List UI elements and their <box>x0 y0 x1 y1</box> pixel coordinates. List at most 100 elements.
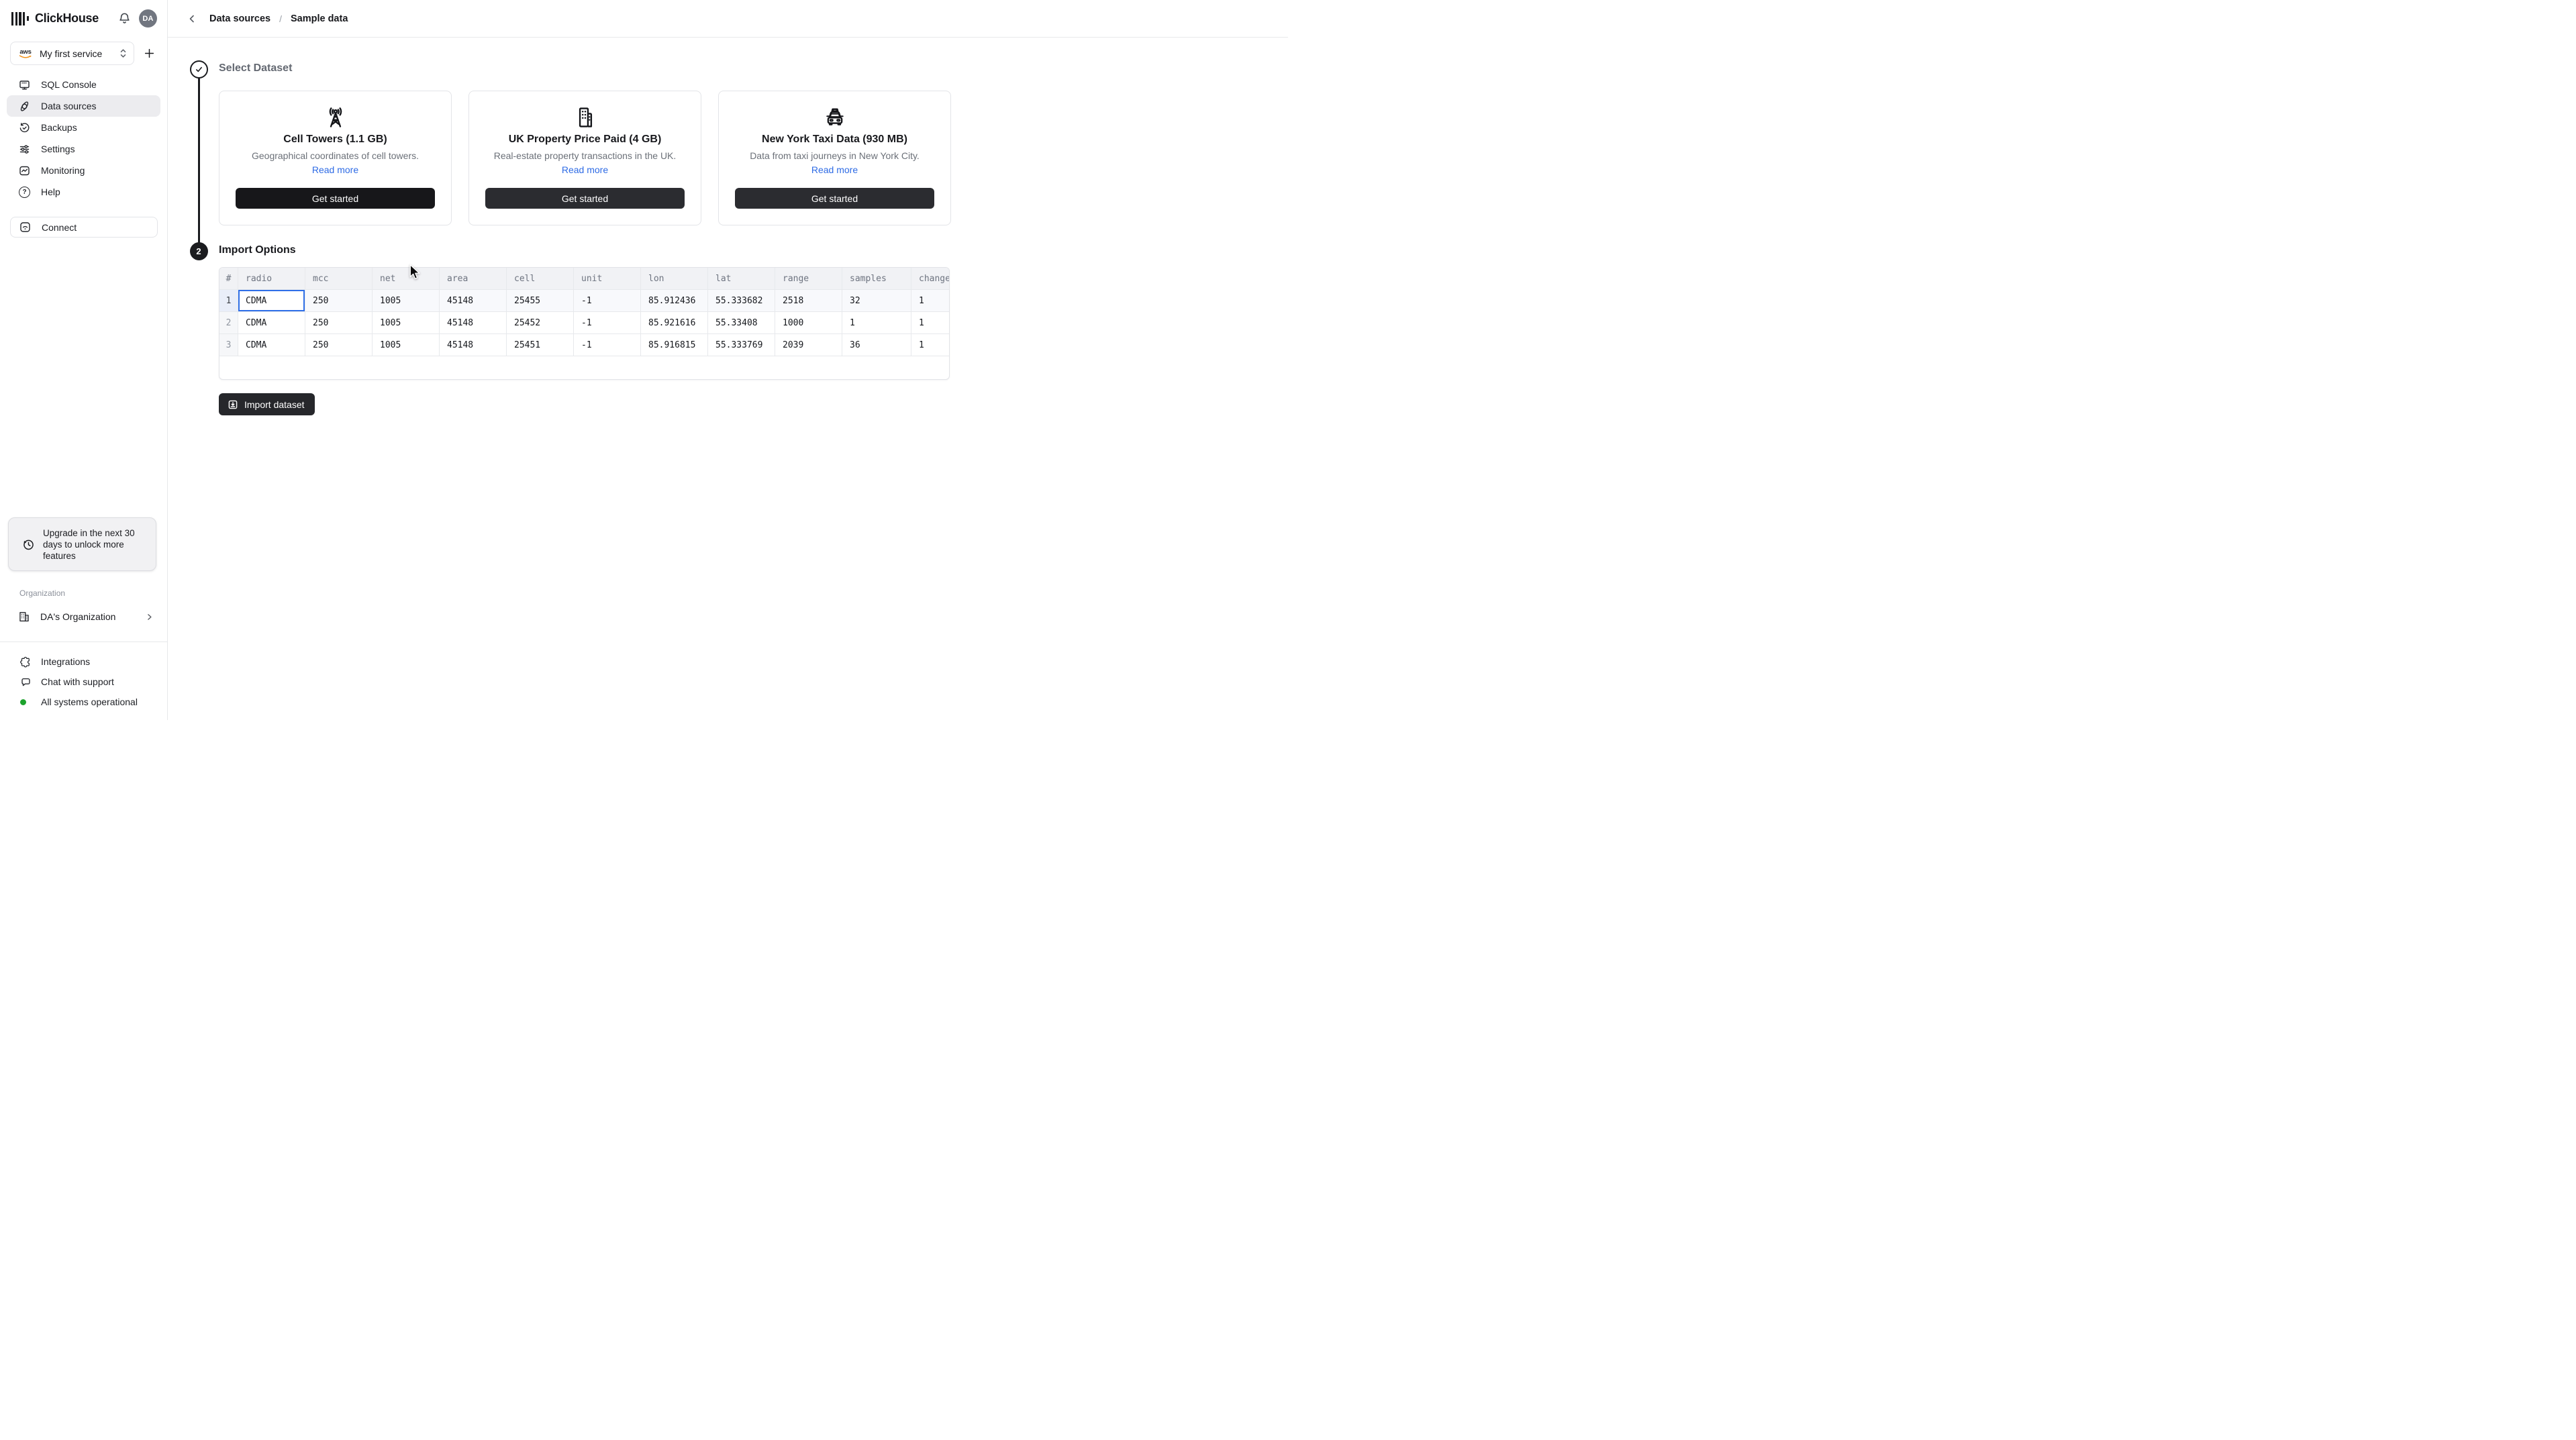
system-status[interactable]: All systems operational <box>0 692 167 712</box>
service-row: aws My first service <box>10 42 158 65</box>
sidebar-item-sql-console[interactable]: SQL Console <box>7 74 160 95</box>
table-cell[interactable]: 36 <box>842 334 911 356</box>
sidebar-item-help[interactable]: Help <box>7 181 160 203</box>
column-header-lon: lon <box>641 268 708 290</box>
table-cell[interactable]: 45148 <box>440 312 507 334</box>
get-started-button-uk-property[interactable]: Get started <box>485 188 685 209</box>
sidebar-item-settings[interactable]: Settings <box>7 138 160 160</box>
notifications-bell-icon[interactable] <box>118 12 131 25</box>
read-more-link[interactable]: Read more <box>312 164 358 175</box>
column-header-samples: samples <box>842 268 911 290</box>
import-options-heading: Import Options <box>219 244 296 256</box>
check-icon <box>195 66 202 72</box>
help-question-icon <box>19 186 30 198</box>
read-more-link[interactable]: Read more <box>562 164 608 175</box>
aws-logo-icon: aws <box>19 49 32 60</box>
table-cell[interactable]: 1 <box>911 334 949 356</box>
add-service-button[interactable] <box>140 45 158 62</box>
import-dataset-button[interactable]: Import dataset <box>219 393 315 415</box>
table-cell[interactable]: 55.333682 <box>708 290 775 312</box>
user-avatar[interactable]: DA <box>139 9 157 28</box>
breadcrumb-section[interactable]: Data sources <box>209 13 270 24</box>
table-cell[interactable]: 55.33408 <box>708 312 775 334</box>
clickhouse-logo-icon <box>11 11 29 25</box>
table-cell[interactable]: 1 <box>911 312 949 334</box>
organization-switcher[interactable]: DA's Organization <box>0 607 167 627</box>
table-cell[interactable]: 25452 <box>507 312 574 334</box>
get-started-button-cell-towers[interactable]: Get started <box>236 188 435 209</box>
sql-console-icon <box>19 79 30 91</box>
sidebar-item-chat-support[interactable]: Chat with support <box>0 672 167 692</box>
table-cell[interactable]: 250 <box>305 290 373 312</box>
sidebar-item-backups[interactable]: Backups <box>7 117 160 138</box>
table-cell[interactable]: 85.921616 <box>641 312 708 334</box>
table-cell[interactable]: 85.916815 <box>641 334 708 356</box>
column-header-changeable: changeable <box>911 268 949 290</box>
organization-name: DA's Organization <box>40 611 116 622</box>
table-cell[interactable]: 25451 <box>507 334 574 356</box>
cell-tower-icon <box>323 105 348 130</box>
clickhouse-logo[interactable]: ClickHouse <box>11 11 99 25</box>
sidebar-item-data-sources[interactable]: Data sources <box>7 95 160 117</box>
footer-item-label: Integrations <box>41 656 91 667</box>
table-cell[interactable]: -1 <box>574 290 641 312</box>
updown-chevron-icon <box>120 49 126 58</box>
table-cell[interactable]: CDMA <box>238 312 305 334</box>
table-cell[interactable]: 2039 <box>775 334 842 356</box>
get-started-button-ny-taxi[interactable]: Get started <box>735 188 934 209</box>
upgrade-banner[interactable]: Upgrade in the next 30 days to unlock mo… <box>8 517 156 571</box>
table-cell[interactable]: 250 <box>305 334 373 356</box>
sidebar-nav: SQL Console Data sources Backups Setting… <box>0 74 167 203</box>
building-icon <box>573 105 598 130</box>
table-cell[interactable]: 55.333769 <box>708 334 775 356</box>
step-rail-line <box>197 69 200 252</box>
upgrade-clock-icon <box>22 538 35 551</box>
table-cell[interactable]: 45148 <box>440 290 507 312</box>
sidebar-item-label: Help <box>41 187 60 197</box>
table-cell[interactable]: 85.912436 <box>641 290 708 312</box>
connect-button[interactable]: Connect <box>10 217 158 238</box>
table-cell[interactable]: 25455 <box>507 290 574 312</box>
connect-icon <box>19 221 31 233</box>
table-cell[interactable]: -1 <box>574 312 641 334</box>
status-green-dot-icon <box>20 699 26 705</box>
table-cell[interactable]: -1 <box>574 334 641 356</box>
sidebar-item-integrations[interactable]: Integrations <box>0 652 167 672</box>
taxi-icon <box>822 105 848 130</box>
table-cell-selected[interactable]: CDMA <box>238 290 305 312</box>
service-selector[interactable]: aws My first service <box>10 42 134 65</box>
column-header-net: net <box>373 268 440 290</box>
table-cell[interactable]: 1005 <box>373 312 440 334</box>
column-header-index: # <box>219 268 238 290</box>
back-chevron-icon[interactable] <box>184 11 200 27</box>
sidebar-item-monitoring[interactable]: Monitoring <box>7 160 160 181</box>
table-cell[interactable]: 1 <box>911 290 949 312</box>
table-cell[interactable]: 45148 <box>440 334 507 356</box>
sidebar-item-label: Settings <box>41 144 75 154</box>
table-cell[interactable]: 1000 <box>775 312 842 334</box>
table-cell[interactable]: 32 <box>842 290 911 312</box>
dataset-description: Real-estate property transactions in the… <box>493 150 677 161</box>
column-header-radio: radio <box>238 268 305 290</box>
service-name: My first service <box>40 48 103 59</box>
organization-section-label: Organization <box>19 588 66 598</box>
read-more-link[interactable]: Read more <box>811 164 858 175</box>
upgrade-text: Upgrade in the next 30 days to unlock mo… <box>43 527 135 561</box>
dataset-card-cell-towers: Cell Towers (1.1 GB) Geographical coordi… <box>219 91 452 225</box>
table-cell[interactable]: 1005 <box>373 334 440 356</box>
table-cell[interactable]: 1 <box>842 312 911 334</box>
breadcrumb-page: Sample data <box>290 13 348 24</box>
table-cell[interactable]: CDMA <box>238 334 305 356</box>
table-cell[interactable]: 2518 <box>775 290 842 312</box>
import-dataset-label: Import dataset <box>244 399 305 410</box>
breadcrumb-bar: Data sources / Sample data <box>168 0 1288 38</box>
settings-sliders-icon <box>19 144 30 155</box>
table-cell[interactable]: 250 <box>305 312 373 334</box>
brand-name: ClickHouse <box>34 11 99 25</box>
row-number: 2 <box>219 312 238 334</box>
row-number: 3 <box>219 334 238 356</box>
step-2-indicator: 2 <box>189 242 208 260</box>
connect-label: Connect <box>42 221 77 233</box>
table-row: 2 CDMA 250 1005 45148 25452 -1 85.921616… <box>219 312 949 334</box>
table-cell[interactable]: 1005 <box>373 290 440 312</box>
